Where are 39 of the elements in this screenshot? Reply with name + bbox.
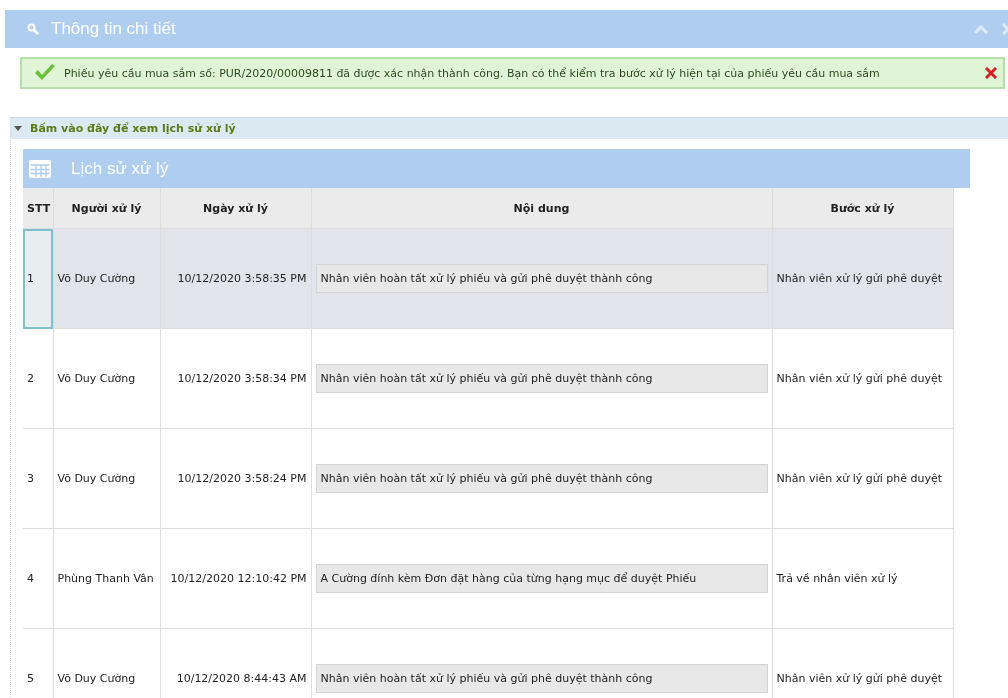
content-field: Nhân viên hoàn tất xử lý phiếu và gửi phê duyệt thành công [315, 464, 768, 493]
search-icon [27, 23, 39, 35]
table-cell: Võ Duy Cường [53, 328, 160, 429]
content-field: A Cường đính kèm Đơn đặt hàng của từng hạng mục để duyệt Phiếu [315, 564, 768, 593]
table-cell: 4 [23, 528, 53, 629]
checkmark-icon [34, 64, 56, 82]
table-cell: 10/12/2020 3:58:34 PM [160, 328, 311, 429]
table-cell: Trả về nhân viên xử lý [772, 528, 953, 629]
table-cell: 10/12/2020 12:10:42 PM [160, 528, 311, 629]
table-cell: 5 [23, 628, 53, 698]
table-icon [29, 159, 51, 178]
table-cell: 10/12/2020 3:58:35 PM [160, 228, 311, 329]
table-cell: Võ Duy Cường [53, 228, 160, 329]
collapse-icon[interactable] [974, 24, 988, 34]
content-field: Nhân viên hoàn tất xử lý phiếu và gửi phê duyệt thành công [315, 364, 768, 393]
column-header: Nội dung [311, 188, 772, 229]
content-field: Nhân viên hoàn tất xử lý phiếu và gửi phê duyệt thành công [315, 264, 768, 293]
table-cell: Nhân viên xử lý gửi phê duyệt [772, 228, 953, 329]
table-cell: Phùng Thanh Vân [53, 528, 160, 629]
section-title: Lịch sử xử lý [71, 158, 169, 179]
column-header: Bước xử lý [772, 188, 953, 229]
table-cell: 10/12/2020 8:44:43 AM [160, 628, 311, 698]
column-header: Người xử lý [53, 188, 160, 229]
table-cell: 1 [23, 228, 53, 329]
table-cell: 3 [23, 428, 53, 529]
table-cell: Nhân viên xử lý gửi phê duyệt [772, 328, 953, 429]
history-toggle[interactable]: Bấm vào đây để xem lịch sử xử lý [10, 117, 1008, 139]
table-cell: Nhân viên xử lý gửi phê duyệt [772, 628, 953, 698]
table-cell: 2 [23, 328, 53, 429]
panel-title: Thông tin chi tiết [51, 19, 177, 39]
column-header: STT [23, 188, 53, 229]
table-cell: 10/12/2020 3:58:24 PM [160, 428, 311, 529]
table-cell: Nhân viên xử lý gửi phê duyệt [772, 428, 953, 529]
table-cell: Võ Duy Cường [53, 428, 160, 529]
close-icon[interactable] [985, 67, 997, 79]
table-cell: Võ Duy Cường [53, 628, 160, 698]
column-header: Ngày xử lý [160, 188, 311, 229]
alert-message: Phiếu yêu cầu mua sắm số: PUR/2020/00009811 đã được xác nhận thành công. Bạn có thể kiểm tra bước xử lý hiện tại của phiếu yêu cầu mua sắm [64, 66, 881, 80]
content-field: Nhân viên hoàn tất xử lý phiếu và gửi phê duyệt thành công [315, 664, 768, 693]
